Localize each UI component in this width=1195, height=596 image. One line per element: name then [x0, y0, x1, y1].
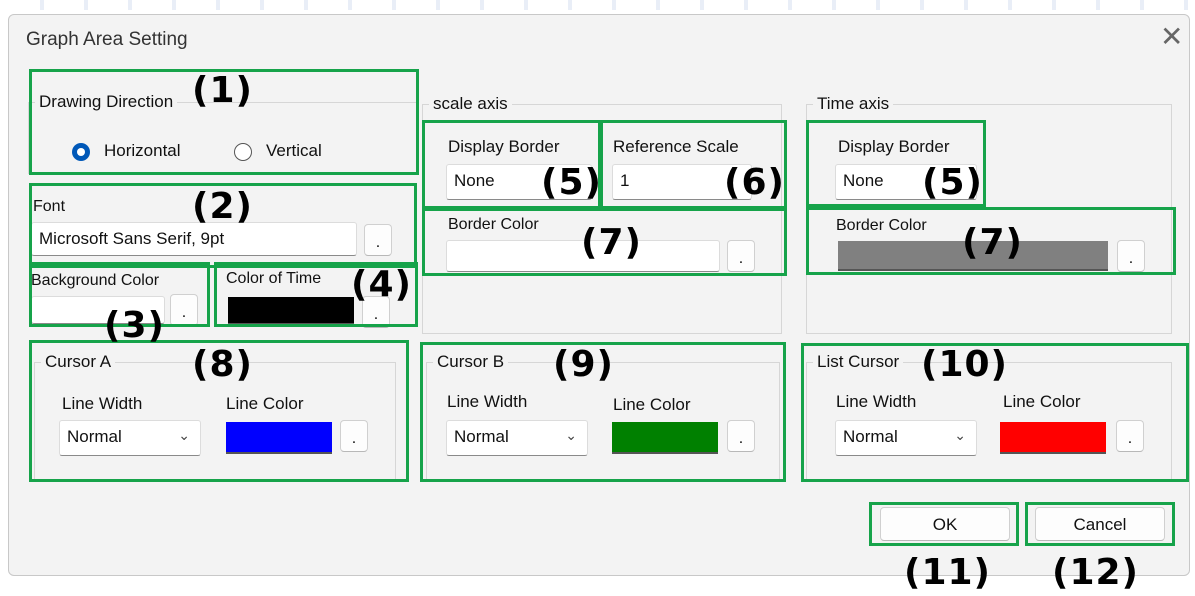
annotation-5-time: (5) [922, 162, 983, 203]
annotation-4: (4) [351, 264, 412, 305]
annotation-10: (10) [921, 344, 1009, 385]
highlight-ok [869, 502, 1019, 546]
scale-axis-legend: scale axis [433, 94, 508, 113]
annotation-3: (3) [104, 305, 165, 346]
annotation-1: (1) [192, 70, 253, 111]
annotation-6: (6) [724, 162, 785, 203]
annotation-5-scale: (5) [541, 162, 602, 203]
highlight-cancel [1025, 502, 1175, 546]
annotation-11: (11) [904, 552, 992, 593]
dialog-title: Graph Area Setting [26, 29, 188, 50]
time-axis-legend: Time axis [817, 94, 890, 113]
annotation-9: (9) [553, 344, 614, 385]
close-icon[interactable]: ✕ [1160, 22, 1183, 52]
background-window-strip [0, 0, 1195, 10]
annotation-8: (8) [192, 344, 253, 385]
annotation-2: (2) [192, 186, 253, 227]
annotation-7-scale: (7) [581, 222, 642, 263]
annotation-7-time: (7) [962, 222, 1023, 263]
annotation-12: (12) [1052, 552, 1140, 593]
